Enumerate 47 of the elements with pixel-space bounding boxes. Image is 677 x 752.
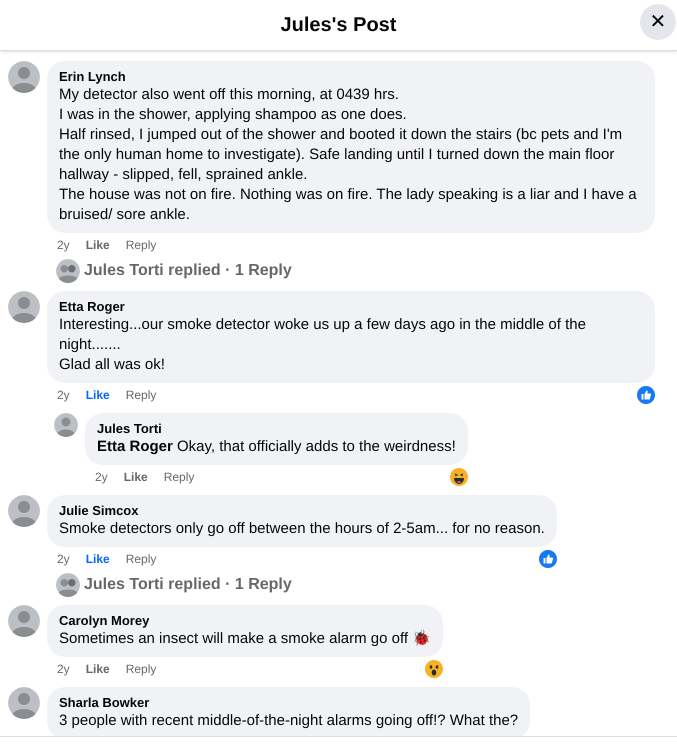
avatar-icon: [54, 413, 78, 437]
avatar-icon: [56, 259, 80, 283]
like-link[interactable]: Like: [86, 660, 110, 678]
comment-text: My detector also went off this morning, at 0439 hrs.: [59, 85, 400, 105]
thumbs-up-icon: [637, 386, 655, 404]
like-link[interactable]: Like: [86, 550, 110, 568]
close-button[interactable]: ✕: [640, 4, 676, 40]
like-link[interactable]: Like: [124, 468, 148, 486]
comment-text: Glad all was ok!: [59, 355, 166, 375]
timestamp: 2y: [95, 469, 108, 486]
comment-text: Interesting...our smoke detector woke us up a few days ago in the middle of the night.......: [59, 315, 587, 355]
comment-text: Half rinsed, I jumped out of the shower and booted it down the stairs (bc pets and I'm the only human home to investigate). Safe landing until I turned down the main floor hallway - slipped, fell, sprained ankle.: [59, 125, 624, 185]
author-link[interactable]: Sharla Bowker: [59, 695, 150, 711]
timestamp: 2y: [57, 387, 70, 404]
author-link[interactable]: Jules Torti: [97, 421, 162, 437]
avatar-icon: [8, 605, 40, 637]
avatar-icon: [56, 573, 80, 597]
comment-text: The house was not on fire. Nothing was on fire. The lady speaking is a liar and I have a bruised/ sore ankle.: [59, 185, 638, 225]
like-link[interactable]: Like: [86, 386, 110, 404]
comment-text: I was in the shower, applying shampoo as one does.: [59, 105, 408, 125]
reply-link[interactable]: Reply: [126, 550, 156, 568]
author-link[interactable]: Carolyn Morey: [59, 613, 150, 629]
view-replies-link[interactable]: Jules Torti replied · 1 Reply: [84, 573, 292, 597]
comment-text: Etta Roger Okay, that officially adds to the weirdness!: [97, 437, 456, 457]
thumbs-up-icon: [538, 550, 557, 568]
author-link[interactable]: Julie Simcox: [59, 503, 138, 519]
reply-link[interactable]: Reply: [126, 236, 156, 254]
view-replies-link[interactable]: Jules Torti replied · 1 Reply: [84, 259, 292, 283]
comment-text: 3 people with recent middle-of-the-night alarms going off!? What the?: [59, 711, 518, 731]
reply-link[interactable]: Reply: [126, 660, 156, 678]
laughing-face-icon: [450, 468, 468, 486]
author-link[interactable]: Erin Lynch: [59, 69, 126, 85]
author-link[interactable]: Etta Roger: [59, 299, 125, 315]
surprised-face-icon: [425, 660, 444, 678]
avatar-icon: [8, 687, 40, 719]
window-title: Jules's Post: [280, 13, 396, 38]
reply-link[interactable]: Reply: [126, 386, 156, 404]
avatar-icon: [8, 61, 40, 93]
like-link[interactable]: Like: [86, 236, 110, 254]
timestamp: 2y: [57, 661, 70, 678]
comment-text: Smoke detectors only go off between the hours of 2-5am... for no reason.: [59, 519, 545, 539]
reply-link[interactable]: Reply: [164, 468, 194, 486]
comment-text: Sometimes an insect will make a smoke alarm go off 🐞: [59, 629, 432, 649]
timestamp: 2y: [57, 237, 70, 254]
avatar-icon: [8, 291, 40, 323]
avatar-icon: [8, 495, 40, 527]
timestamp: 2y: [57, 551, 70, 568]
